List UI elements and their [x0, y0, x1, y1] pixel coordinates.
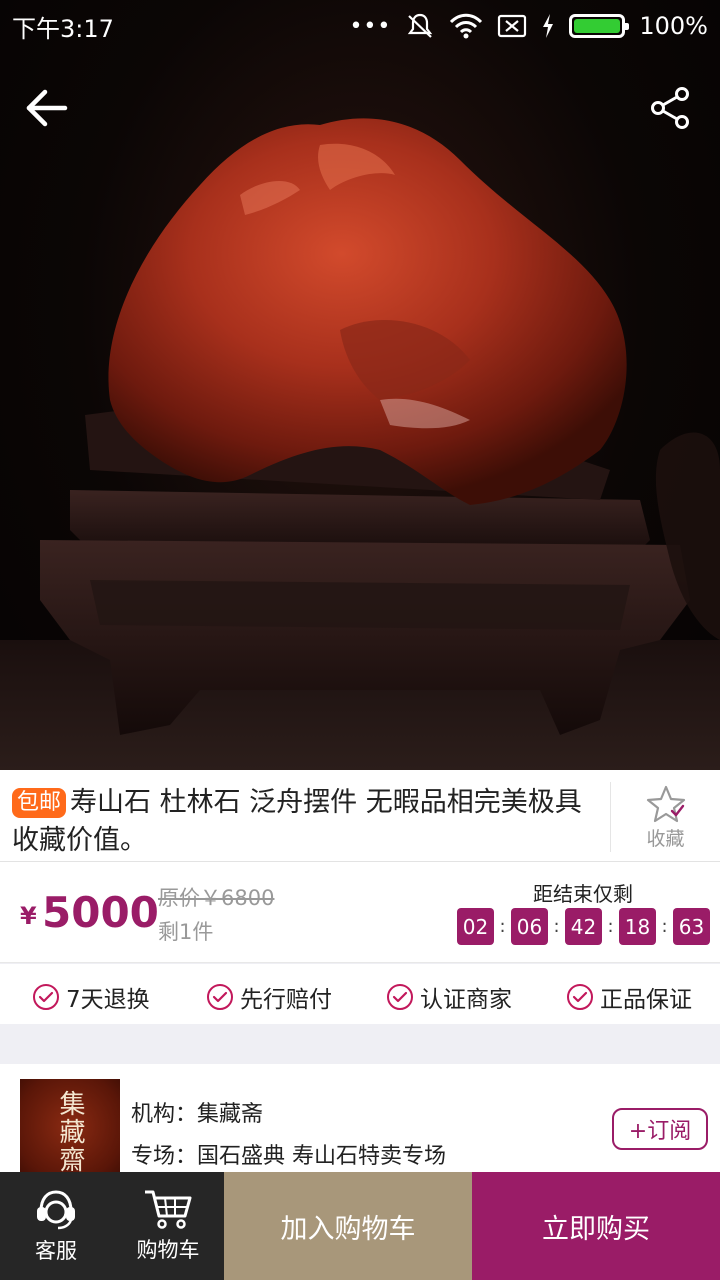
product-title: 包邮 寿山石 杜林石 泛舟摆件 无暇品相完美极具收藏价值。: [12, 784, 592, 860]
service-label: 客服: [35, 1239, 77, 1263]
share-button[interactable]: [642, 80, 698, 136]
status-time: 下午3:17: [12, 14, 114, 43]
check-circle-icon: [33, 984, 59, 1010]
check-circle-icon: [567, 984, 593, 1010]
product-title-text: 寿山石 杜林石 泛舟摆件 无暇品相完美极具收藏价值。: [12, 787, 582, 856]
charging-icon: [543, 14, 554, 38]
countdown-seconds: 18: [619, 908, 656, 945]
share-icon: [651, 87, 689, 129]
wifi-icon: [450, 13, 483, 39]
subscribe-button[interactable]: +订阅: [612, 1108, 708, 1150]
headset-icon: [37, 1190, 75, 1230]
countdown-timer: 02 : 06 : 42 : 18 : 63: [457, 908, 710, 945]
guarantee-label: 正品保证: [600, 987, 692, 1013]
guarantee-bar: 7天退换 先行赔付 认证商家 正品保证: [0, 964, 720, 1024]
shop-venue: 专场：国石盛典 寿山石特卖专场: [131, 1144, 446, 1169]
countdown-centiseconds: 63: [673, 908, 710, 945]
bottom-action-bar: 客服 购物车 加入购物车 立即购买: [0, 1172, 720, 1280]
back-button[interactable]: [19, 80, 75, 136]
mute-icon: [408, 13, 433, 38]
shop-logo-text: 集藏齋: [55, 1089, 85, 1174]
stone-illustration: [0, 118, 720, 770]
shop-section[interactable]: 集藏齋 机构：集藏斋 专场：国石盛典 寿山石特卖专场 +订阅: [0, 1064, 720, 1184]
battery-icon: [569, 14, 630, 38]
guarantee-item: 先行赔付: [206, 980, 332, 1014]
status-bar: 下午3:17 ••• 100%: [0, 0, 720, 52]
check-circle-icon: [387, 984, 413, 1010]
buy-now-button[interactable]: 立即购买: [472, 1172, 720, 1280]
shop-org: 机构：集藏斋: [131, 1102, 264, 1127]
check-circle-icon: [207, 984, 233, 1010]
guarantee-item: 认证商家: [386, 980, 512, 1014]
guarantee-label: 认证商家: [420, 987, 512, 1013]
price-section: ¥ 5000 原价￥6800 剩1件 距结束仅剩 02 : 06 : 42 : …: [0, 862, 720, 963]
countdown-days: 02: [457, 908, 494, 945]
cart-icon: [145, 1190, 192, 1229]
more-dots-icon: •••: [349, 13, 392, 39]
guarantee-label: 先行赔付: [240, 987, 332, 1013]
countdown-label: 距结束仅剩: [533, 882, 633, 906]
add-to-cart-button[interactable]: 加入购物车: [224, 1172, 472, 1280]
price-currency: ¥: [20, 902, 37, 930]
guarantee-item: 7天退换: [32, 980, 150, 1014]
no-sim-icon: [498, 14, 527, 38]
countdown-hours: 06: [511, 908, 548, 945]
star-icon: [646, 785, 685, 822]
countdown-minutes: 42: [565, 908, 602, 945]
cart-button[interactable]: 购物车: [112, 1172, 224, 1280]
customer-service-button[interactable]: 客服: [0, 1172, 112, 1280]
price-value: 5000: [42, 888, 159, 937]
favorite-label: 收藏: [646, 827, 685, 850]
battery-percent: 100%: [639, 12, 708, 40]
product-image[interactable]: [0, 0, 720, 770]
back-arrow-icon: [26, 89, 68, 127]
favorite-button[interactable]: 收藏: [610, 782, 720, 852]
shop-logo[interactable]: 集藏齋: [20, 1079, 120, 1184]
product-title-section: 包邮 寿山石 杜林石 泛舟摆件 无暇品相完美极具收藏价值。 收藏: [0, 770, 720, 862]
guarantee-label: 7天退换: [66, 987, 150, 1013]
cart-label: 购物车: [136, 1238, 200, 1262]
stock-remaining: 剩1件: [158, 920, 214, 944]
free-shipping-badge: 包邮: [12, 788, 67, 818]
original-price: 原价￥6800: [158, 886, 275, 910]
guarantee-item: 正品保证: [566, 980, 692, 1014]
